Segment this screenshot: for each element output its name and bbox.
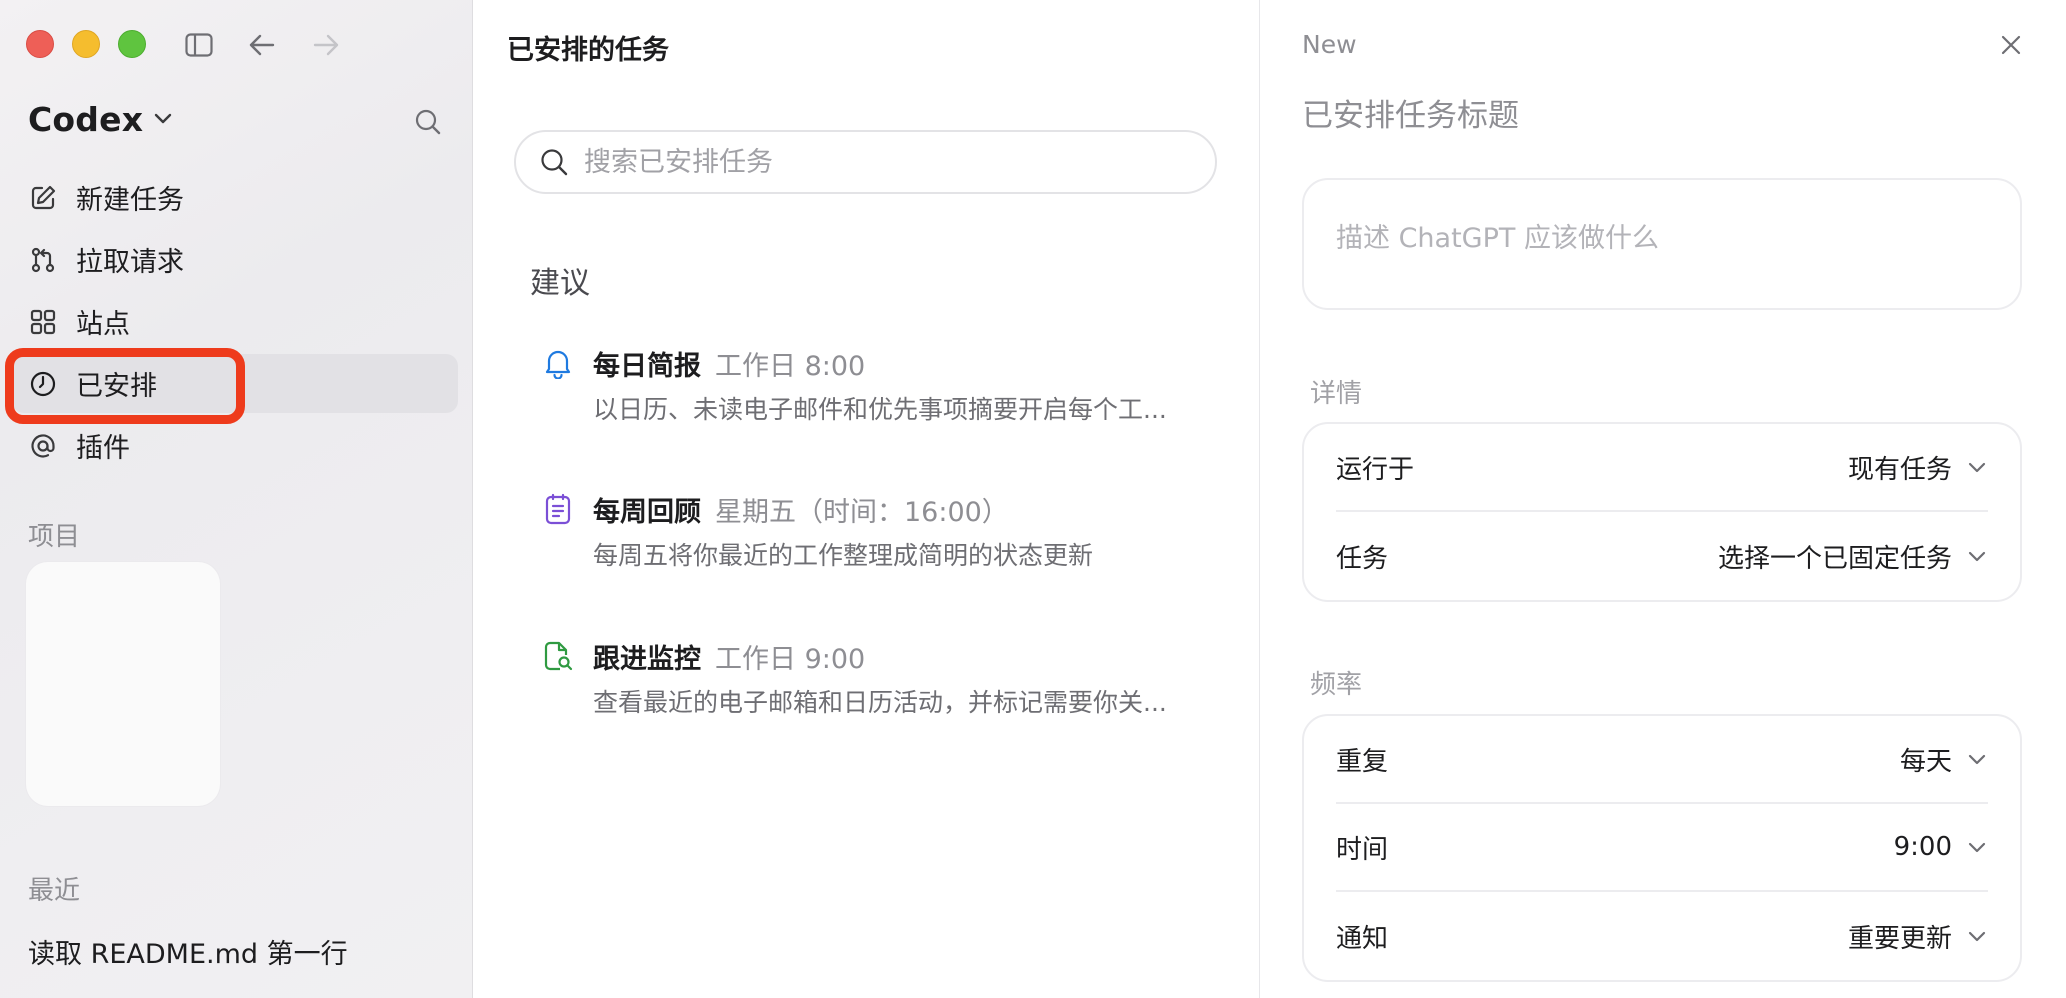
workspace-switcher[interactable]: Codex bbox=[28, 100, 173, 139]
repeat-row[interactable]: 重复 每天 bbox=[1336, 716, 1988, 804]
suggestion-schedule: 工作日 8:00 bbox=[715, 351, 866, 382]
chevron-down-icon bbox=[1966, 925, 1988, 947]
suggestion-description: 查看最近的电子邮箱和日历活动，并标记需要你关... bbox=[593, 688, 1167, 717]
row-label: 时间 bbox=[1336, 834, 1389, 865]
brand-name: Codex bbox=[28, 100, 144, 139]
chevron-down-icon bbox=[1966, 748, 1988, 770]
back-arrow-icon[interactable] bbox=[245, 28, 279, 62]
panel-header-label: New bbox=[1302, 30, 1357, 59]
details-section-label: 详情 bbox=[1310, 379, 1363, 409]
document-search-icon bbox=[541, 639, 575, 673]
suggestion-schedule: 工作日 9:00 bbox=[715, 644, 866, 675]
sidebar-item-scheduled[interactable]: 已安排 bbox=[5, 348, 458, 424]
sidebar-item-new-task[interactable]: 新建任务 bbox=[12, 168, 458, 227]
time-row[interactable]: 时间 9:00 bbox=[1336, 804, 1988, 892]
notepad-icon bbox=[541, 492, 575, 526]
search-input[interactable] bbox=[584, 146, 1184, 178]
task-description-input[interactable]: 描述 ChatGPT 应该做什么 bbox=[1302, 178, 2022, 310]
row-label: 通知 bbox=[1336, 923, 1389, 954]
sidebar: Codex 新建任务 拉取请求 站点 已安排 插件 项目 最近 读取 READM… bbox=[0, 0, 473, 998]
suggestion-name: 每日简报 bbox=[593, 351, 701, 382]
chevron-down-icon bbox=[1966, 545, 1988, 567]
row-value: 每天 bbox=[1899, 746, 1952, 777]
row-label: 运行于 bbox=[1336, 454, 1415, 485]
sidebar-item-plugins[interactable]: 插件 bbox=[12, 416, 458, 475]
search-icon[interactable] bbox=[412, 106, 444, 138]
row-value: 9:00 bbox=[1893, 832, 1952, 862]
row-value: 现有任务 bbox=[1847, 454, 1952, 485]
minimize-window-button[interactable] bbox=[72, 30, 100, 58]
sidebar-item-label: 拉取请求 bbox=[76, 247, 184, 278]
page-title: 已安排的任务 bbox=[507, 35, 669, 66]
clock-icon bbox=[28, 369, 58, 399]
new-scheduled-task-panel: New 已安排任务标题 描述 ChatGPT 应该做什么 详情 运行于 现有任务… bbox=[1259, 0, 2066, 998]
frequency-section-label: 频率 bbox=[1310, 670, 1363, 700]
projects-section-label: 项目 bbox=[28, 522, 81, 552]
recent-item[interactable]: 读取 README.md 第一行 bbox=[28, 932, 348, 971]
notify-dropdown[interactable]: 重要更新 bbox=[1848, 918, 1988, 955]
notify-row[interactable]: 通知 重要更新 bbox=[1336, 892, 1988, 980]
run-on-dropdown[interactable]: 现有任务 bbox=[1848, 449, 1988, 486]
compose-icon bbox=[28, 183, 58, 213]
close-icon[interactable] bbox=[1994, 28, 2028, 62]
forward-arrow-icon[interactable] bbox=[309, 28, 343, 62]
sidebar-toggle-icon[interactable] bbox=[182, 28, 216, 62]
chevron-down-icon bbox=[1966, 836, 1988, 858]
sidebar-item-label: 插件 bbox=[76, 433, 130, 464]
row-value: 重要更新 bbox=[1847, 923, 1952, 954]
sidebar-item-label: 新建任务 bbox=[76, 185, 184, 216]
row-value: 选择一个已固定任务 bbox=[1717, 543, 1952, 574]
scheduled-tasks-panel: 已安排的任务 建议 每日简报工作日 8:00 以日历、未读电子邮件和优先事项摘要… bbox=[473, 0, 1259, 998]
frequency-card: 重复 每天 时间 9:00 通知 重要更新 bbox=[1302, 714, 2022, 982]
sidebar-nav: 新建任务 拉取请求 站点 已安排 插件 bbox=[5, 168, 458, 478]
search-field[interactable] bbox=[514, 130, 1217, 194]
details-card: 运行于 现有任务 任务 选择一个已固定任务 bbox=[1302, 422, 2022, 602]
close-window-button[interactable] bbox=[26, 30, 54, 58]
suggestion-name: 跟进监控 bbox=[593, 644, 701, 675]
suggestion-schedule: 星期五（时间：16:00） bbox=[715, 497, 1009, 528]
suggestion-description: 每周五将你最近的工作整理成简明的状态更新 bbox=[593, 541, 1094, 570]
zoom-window-button[interactable] bbox=[118, 30, 146, 58]
sidebar-item-label: 已安排 bbox=[76, 371, 157, 402]
task-dropdown[interactable]: 选择一个已固定任务 bbox=[1718, 538, 1988, 575]
run-on-row[interactable]: 运行于 现有任务 bbox=[1336, 424, 1988, 512]
task-row[interactable]: 任务 选择一个已固定任务 bbox=[1336, 512, 1988, 600]
pull-request-icon bbox=[28, 245, 58, 275]
row-label: 重复 bbox=[1336, 746, 1389, 777]
sidebar-item-sites[interactable]: 站点 bbox=[12, 292, 458, 351]
row-label: 任务 bbox=[1336, 543, 1389, 574]
project-card[interactable] bbox=[26, 562, 220, 806]
sidebar-item-pull-requests[interactable]: 拉取请求 bbox=[12, 230, 458, 289]
suggestions-heading: 建议 bbox=[530, 266, 590, 301]
suggestion-name: 每周回顾 bbox=[593, 497, 701, 528]
recent-section-label: 最近 bbox=[28, 876, 81, 906]
bell-icon bbox=[541, 346, 575, 380]
grid-icon bbox=[28, 307, 58, 337]
suggestion-description: 以日历、未读电子邮件和优先事项摘要开启每个工... bbox=[593, 395, 1167, 424]
time-dropdown[interactable]: 9:00 bbox=[1894, 832, 1988, 862]
task-title-input[interactable]: 已安排任务标题 bbox=[1302, 90, 1519, 135]
at-sign-icon bbox=[28, 431, 58, 461]
repeat-dropdown[interactable]: 每天 bbox=[1900, 741, 1988, 778]
sidebar-item-label: 站点 bbox=[76, 309, 130, 340]
chevron-down-icon bbox=[153, 110, 173, 129]
chevron-down-icon bbox=[1966, 456, 1988, 478]
search-icon bbox=[538, 146, 570, 178]
